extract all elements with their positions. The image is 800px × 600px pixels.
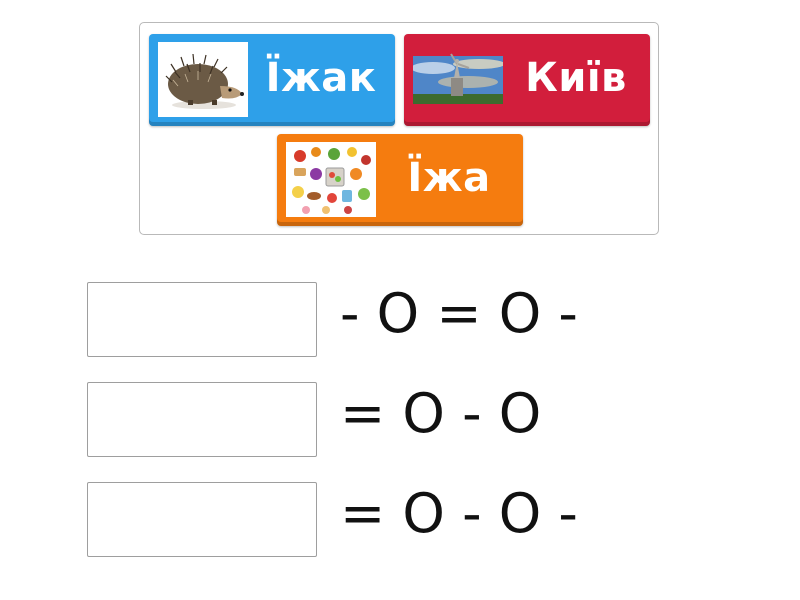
kyiv-motherland-monument-image xyxy=(413,42,503,117)
syllable-pattern-3: = O - O - xyxy=(340,482,578,545)
hedgehog-image xyxy=(158,42,248,117)
drop-zone-2[interactable] xyxy=(87,382,317,457)
card-word: Їжак xyxy=(265,55,377,101)
drop-zone-3[interactable] xyxy=(87,482,317,557)
card-word: Їжа xyxy=(407,155,491,201)
food-assortment-image xyxy=(286,142,376,217)
syllable-pattern-2: = O - O xyxy=(340,382,542,445)
card-word: Київ xyxy=(525,55,627,101)
card-izha[interactable]: Їжа xyxy=(277,134,523,226)
drop-zone-1[interactable] xyxy=(87,282,317,357)
card-izhak[interactable]: Їжак xyxy=(149,34,395,126)
syllable-pattern-1: - O = O - xyxy=(340,282,578,345)
card-kyiv[interactable]: Київ xyxy=(404,34,650,126)
